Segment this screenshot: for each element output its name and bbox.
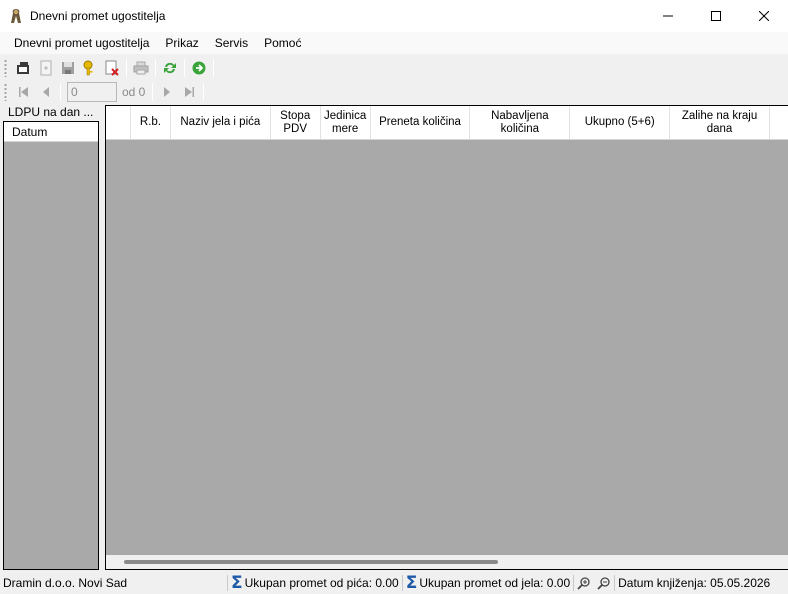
toolbar-separator — [184, 58, 185, 77]
zoom-out-button[interactable] — [594, 576, 614, 590]
food-total: Σ Ukupan promet od jela: 0.00 — [403, 573, 573, 593]
menu-pomoc[interactable]: Pomoć — [256, 32, 309, 54]
delete-document-icon — [105, 60, 119, 76]
first-record-button[interactable] — [13, 81, 35, 103]
record-position-input[interactable] — [67, 82, 117, 102]
add-document-icon — [40, 60, 52, 75]
col-rb[interactable]: R.b. — [131, 106, 171, 139]
navigator-separator — [203, 83, 205, 101]
menu-prikaz[interactable]: Prikaz — [157, 32, 206, 54]
close-button[interactable] — [740, 0, 788, 32]
next-record-button[interactable] — [156, 81, 178, 103]
minimize-icon — [663, 15, 673, 17]
previous-record-button[interactable] — [35, 81, 57, 103]
refresh-icon — [164, 62, 176, 73]
maximize-button[interactable] — [692, 0, 740, 32]
zoom-in-icon — [577, 577, 590, 590]
maximize-icon — [711, 11, 721, 21]
last-record-icon — [185, 87, 195, 97]
drinks-total: Σ Ukupan promet od pića: 0.00 — [228, 573, 402, 593]
col-ukupno[interactable]: Ukupno (5+6) — [570, 106, 671, 139]
toolbar — [0, 55, 788, 80]
sum-icon: Σ — [231, 573, 243, 593]
previous-record-icon — [43, 87, 49, 97]
save-icon — [62, 61, 74, 74]
save-button[interactable] — [57, 57, 79, 79]
toolbar-separator — [213, 58, 214, 77]
zoom-in-button[interactable] — [574, 576, 594, 590]
export-button[interactable] — [188, 57, 210, 79]
print-button[interactable] — [130, 57, 152, 79]
menu-bar: Dnevni promet ugostitelja Prikaz Servis … — [0, 32, 788, 54]
chef-app-icon — [8, 7, 24, 25]
record-count-label: od 0 — [122, 85, 146, 99]
window-title: Dnevni promet ugostitelja — [30, 9, 166, 23]
key-icon — [83, 60, 93, 75]
posting-date: Datum knjiženja: 05.05.2026 — [618, 576, 771, 590]
grid-header: R.b. Naziv jela i pića Stopa PDV Jedinic… — [106, 106, 788, 140]
dates-column-header[interactable]: Datum — [4, 122, 98, 142]
drinks-total-text: Ukupan promet od pića: 0.00 — [244, 576, 399, 590]
menu-dnevni-promet[interactable]: Dnevni promet ugostitelja — [6, 32, 157, 54]
horizontal-scrollbar[interactable] — [106, 555, 788, 569]
row-selector-header[interactable] — [106, 106, 131, 139]
navigator-separator — [60, 83, 61, 101]
toolbar-grip[interactable] — [4, 58, 7, 77]
zoom-out-icon — [597, 577, 610, 590]
food-total-text: Ukupan promet od jela: 0.00 — [419, 576, 571, 590]
col-stopa-pdv[interactable]: Stopa PDV — [271, 106, 321, 139]
col-naziv[interactable]: Naziv jela i pića — [171, 106, 271, 139]
last-record-button[interactable] — [178, 81, 200, 103]
first-record-icon — [19, 87, 28, 97]
col-preneta-kolicina[interactable]: Preneta količina — [371, 106, 471, 139]
print-icon — [133, 61, 149, 74]
col-jedinica-mere[interactable]: Jedinica mere — [321, 106, 371, 139]
delete-button[interactable] — [101, 57, 123, 79]
toolbar-separator — [126, 58, 127, 77]
new-record-icon — [17, 61, 29, 74]
navigator-separator — [152, 83, 154, 101]
left-panel-title: LDPU na dan ... — [8, 105, 94, 119]
title-bar: Dnevni promet ugostitelja — [0, 0, 788, 32]
items-grid[interactable]: R.b. Naziv jela i pića Stopa PDV Jedinic… — [105, 105, 788, 570]
scrollbar-thumb[interactable] — [124, 560, 498, 564]
refresh-button[interactable] — [159, 57, 181, 79]
menu-servis[interactable]: Servis — [207, 32, 256, 54]
status-bar: Dramin d.o.o. Novi Sad Σ Ukupan promet o… — [0, 572, 788, 594]
toolbar-separator — [155, 58, 156, 77]
record-navigator: od 0 — [0, 80, 788, 104]
minimize-button[interactable] — [644, 0, 692, 32]
next-record-icon — [164, 87, 171, 97]
add-row-button[interactable] — [35, 57, 57, 79]
green-arrow-icon — [192, 61, 206, 74]
col-extra[interactable] — [770, 106, 788, 139]
sum-icon: Σ — [405, 573, 418, 593]
close-icon — [759, 11, 769, 21]
navigator-grip[interactable] — [4, 83, 7, 101]
dates-list[interactable]: Datum — [3, 121, 99, 570]
company-name: Dramin d.o.o. Novi Sad — [3, 576, 128, 590]
col-zalihe[interactable]: Zalihe na kraju dana — [670, 106, 770, 139]
key-button[interactable] — [79, 57, 101, 79]
col-nabavljena-kolicina[interactable]: Nabavljena količina — [470, 106, 571, 139]
new-record-button[interactable] — [13, 57, 35, 79]
